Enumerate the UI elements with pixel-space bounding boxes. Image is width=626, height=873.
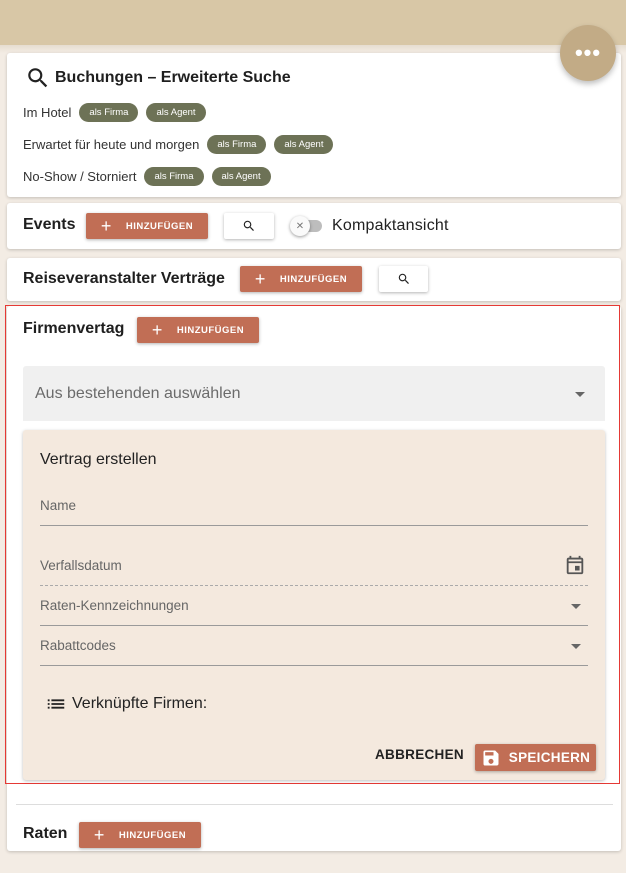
advanced-search-header: Buchungen – Erweiterte Suche xyxy=(25,65,291,91)
toggle-track: ✕ xyxy=(290,216,322,236)
events-title: Events xyxy=(23,216,76,233)
chip-as-agent[interactable]: als Agent xyxy=(146,103,206,122)
chevron-down-icon xyxy=(575,392,585,397)
chevron-down-icon xyxy=(571,644,581,649)
plus-icon: + xyxy=(93,825,105,845)
search-row-label: Erwartet für heute und morgen xyxy=(23,137,200,152)
chip-as-company[interactable]: als Firma xyxy=(144,167,204,186)
discount-codes-label: Rabattcodes xyxy=(40,638,116,653)
expiry-date-field[interactable]: Verfallsdatum xyxy=(40,555,588,586)
save-button[interactable]: SPEICHERN xyxy=(475,744,596,771)
tour-operator-title: Reiseveranstalter Verträge xyxy=(23,270,225,287)
events-add-button[interactable]: + HINZUFÜGEN xyxy=(86,213,208,239)
search-icon xyxy=(243,220,254,231)
search-row-expected: Erwartet für heute und morgen als Firma … xyxy=(23,135,334,154)
advanced-search-card: Buchungen – Erweiterte Suche Im Hotel al… xyxy=(7,53,621,197)
search-row-label: Im Hotel xyxy=(23,105,72,120)
plus-icon: + xyxy=(254,269,266,289)
tour-operator-card: Reiseveranstalter Verträge + HINZUFÜGEN xyxy=(7,258,621,301)
tour-operator-add-label: HINZUFÜGEN xyxy=(279,273,348,285)
name-field[interactable]: Name xyxy=(40,498,588,526)
rates-add-button[interactable]: + HINZUFÜGEN xyxy=(79,822,201,848)
events-search-button[interactable] xyxy=(224,213,274,239)
existing-contract-select-label: Aus bestehenden auswählen xyxy=(35,385,241,402)
name-field-label: Name xyxy=(40,498,77,513)
search-icon xyxy=(398,273,409,284)
tour-operator-add-button[interactable]: + HINZUFÜGEN xyxy=(240,266,362,292)
existing-contract-select[interactable]: Aus bestehenden auswählen xyxy=(23,366,605,421)
section-divider xyxy=(16,804,613,805)
rates-title: Raten xyxy=(23,825,68,842)
close-icon: ✕ xyxy=(290,216,310,236)
compact-view-toggle[interactable]: ✕ Kompaktansicht xyxy=(290,216,449,236)
search-icon xyxy=(28,68,48,88)
linked-companies: Verknüpfte Firmen: xyxy=(42,693,207,715)
discount-codes-select[interactable]: Rabattcodes xyxy=(40,638,588,666)
name-field-underline xyxy=(40,525,588,526)
search-row-label: No-Show / Storniert xyxy=(23,169,137,184)
events-add-label: HINZUFÜGEN xyxy=(125,220,194,232)
plus-icon: + xyxy=(151,320,163,340)
calendar-icon[interactable] xyxy=(564,554,586,576)
save-label: SPEICHERN xyxy=(508,750,591,765)
chip-as-agent[interactable]: als Agent xyxy=(274,135,334,154)
create-contract-form: Vertrag erstellen Name Verfallsdatum Rat… xyxy=(23,430,605,780)
chip-as-agent[interactable]: als Agent xyxy=(211,167,271,186)
chevron-down-icon xyxy=(571,604,581,609)
create-contract-title: Vertrag erstellen xyxy=(40,451,157,468)
company-contract-add-button[interactable]: + HINZUFÜGEN xyxy=(137,317,259,343)
top-app-bar-shadow xyxy=(0,45,626,53)
cancel-button[interactable]: ABBRECHEN xyxy=(375,747,464,762)
chip-as-company[interactable]: als Firma xyxy=(79,103,139,122)
advanced-search-title: Buchungen – Erweiterte Suche xyxy=(55,69,291,86)
search-row-noshow: No-Show / Storniert als Firma als Agent xyxy=(23,167,271,186)
rate-codes-underline xyxy=(40,625,588,626)
expiry-date-underline xyxy=(40,585,588,586)
events-card: Events + HINZUFÜGEN ✕ Kompaktansicht xyxy=(7,203,621,249)
chip-as-company[interactable]: als Firma xyxy=(207,135,267,154)
expiry-date-label: Verfallsdatum xyxy=(40,558,122,573)
discount-codes-underline xyxy=(40,665,588,666)
tour-operator-search-button[interactable] xyxy=(379,266,428,292)
rate-codes-select[interactable]: Raten-Kennzeichnungen xyxy=(40,598,588,626)
rate-codes-label: Raten-Kennzeichnungen xyxy=(40,598,189,613)
compact-view-label: Kompaktansicht xyxy=(332,217,449,234)
rates-add-label: HINZUFÜGEN xyxy=(118,829,187,841)
more-options-button[interactable]: ••• xyxy=(560,25,616,81)
plus-icon: + xyxy=(100,216,112,236)
company-contract-title: Firmenvertag xyxy=(23,320,125,337)
top-app-bar xyxy=(0,0,626,45)
save-icon xyxy=(483,750,499,765)
search-row-in-hotel: Im Hotel als Firma als Agent xyxy=(23,103,206,122)
linked-companies-label: Verknüpfte Firmen: xyxy=(72,695,208,712)
company-contract-add-label: HINZUFÜGEN xyxy=(176,324,245,336)
list-icon xyxy=(47,699,65,709)
